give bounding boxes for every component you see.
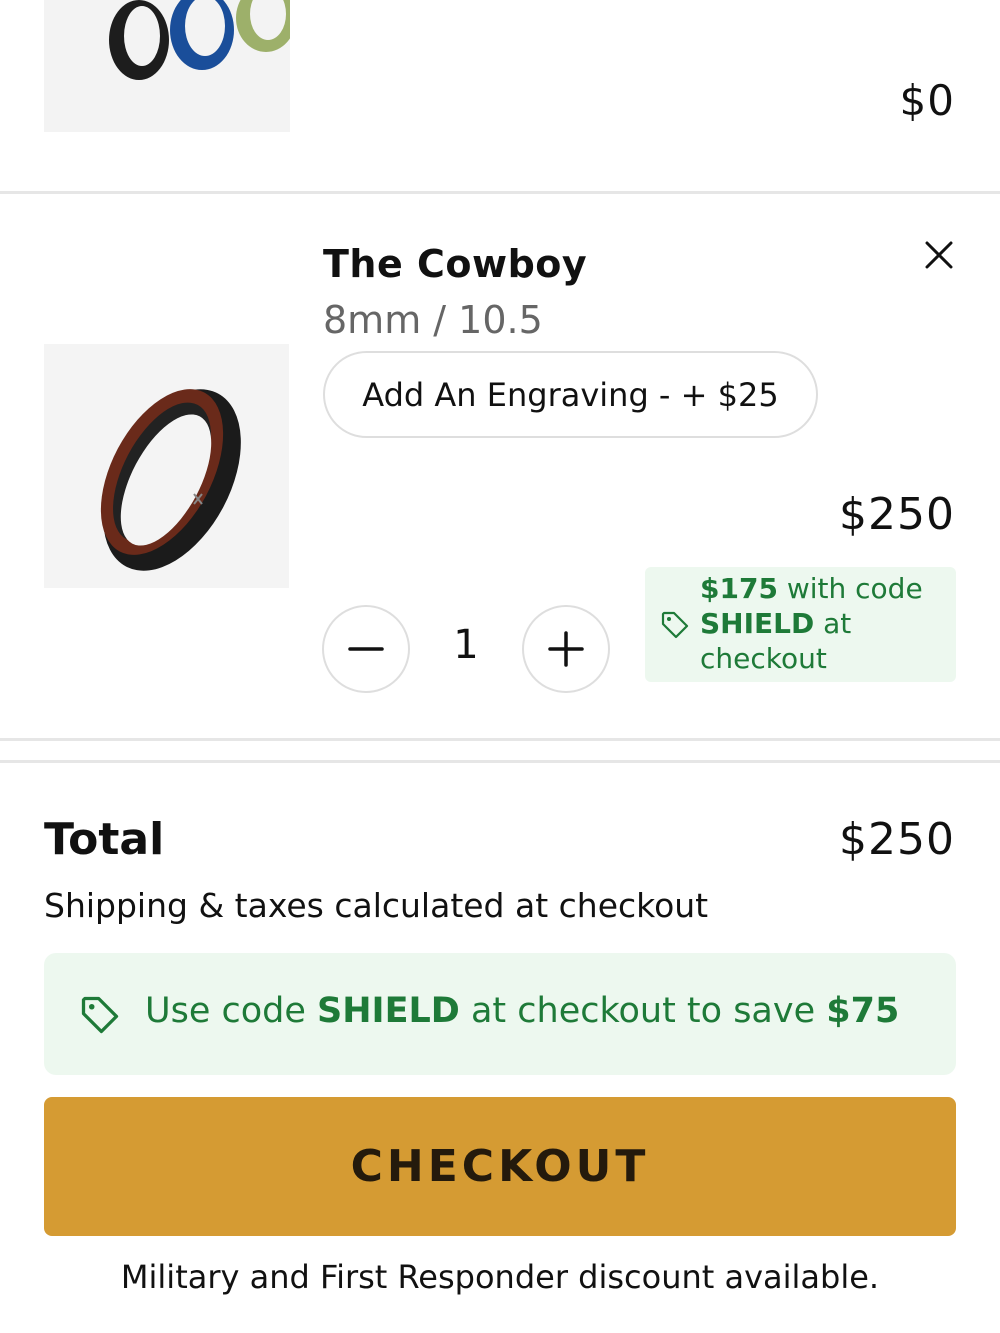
tag-icon xyxy=(81,996,119,1034)
add-engraving-button[interactable]: Add An Engraving - + $25 xyxy=(323,351,818,438)
checkout-label: CHECKOUT xyxy=(350,1141,650,1192)
close-icon xyxy=(925,241,953,269)
product-price: $250 xyxy=(839,489,955,540)
remove-item-button[interactable] xyxy=(920,236,958,274)
minus-icon xyxy=(348,647,384,651)
checkout-button[interactable]: CHECKOUT xyxy=(44,1097,956,1236)
item-divider xyxy=(0,191,1000,194)
item-promo-badge: $175 with code SHIELD at checkout xyxy=(645,567,956,682)
prev-item-price: $0 xyxy=(899,76,955,125)
total-label: Total xyxy=(44,814,165,865)
product-variant: 8mm / 10.5 xyxy=(323,298,543,342)
save-code-banner: Use code SHIELD at checkout to save $75 xyxy=(44,953,956,1075)
quantity-decrease-button[interactable] xyxy=(322,605,410,693)
save-code-text: Use code SHIELD at checkout to save $75 xyxy=(145,991,900,1031)
prev-item-image xyxy=(44,0,290,132)
plus-icon xyxy=(548,631,584,667)
shipping-note: Shipping & taxes calculated at checkout xyxy=(44,886,709,925)
tag-icon xyxy=(661,611,689,639)
add-engraving-label: Add An Engraving - + $25 xyxy=(362,375,779,414)
quantity-value: 1 xyxy=(453,622,479,668)
discount-note: Military and First Responder discount av… xyxy=(120,1258,880,1296)
summary-divider xyxy=(0,760,1000,763)
total-value: $250 xyxy=(839,814,955,865)
item-promo-text: $175 with code SHIELD at checkout xyxy=(700,572,923,675)
product-title[interactable]: The Cowboy xyxy=(323,242,587,286)
product-image[interactable] xyxy=(44,344,289,588)
item-divider xyxy=(0,738,1000,741)
quantity-increase-button[interactable] xyxy=(522,605,610,693)
